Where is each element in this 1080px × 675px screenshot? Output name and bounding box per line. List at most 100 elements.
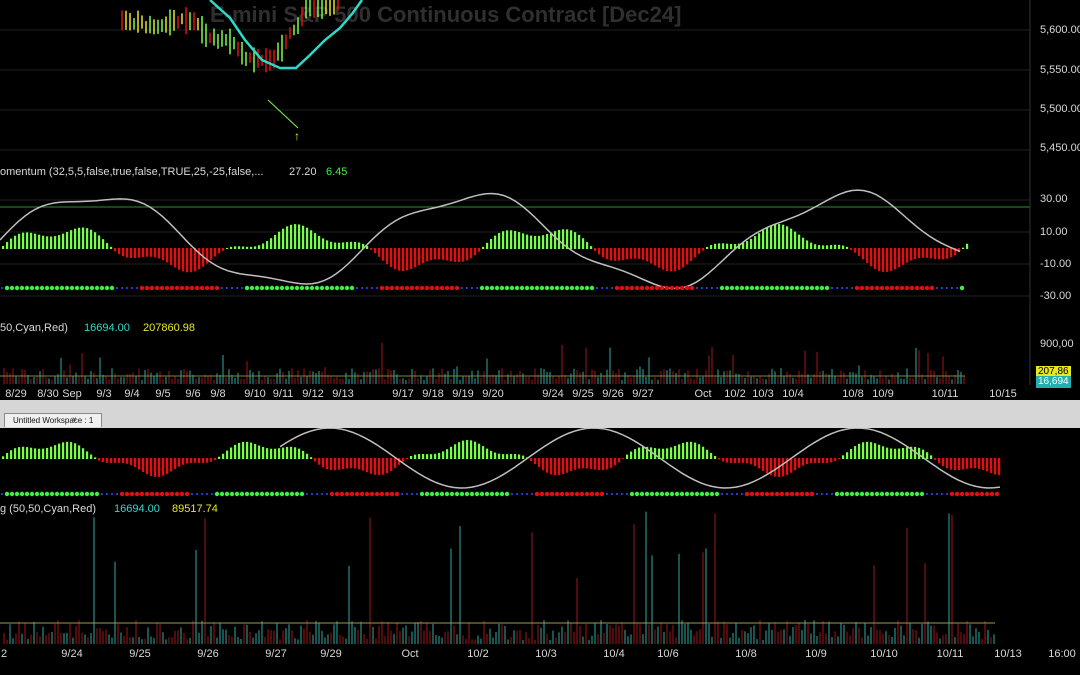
signal-dot: [264, 285, 270, 291]
bottom-signal-dot: [709, 491, 715, 497]
signal-dot: [379, 285, 385, 291]
bottom-signal-dot: [254, 491, 260, 497]
bottom-signal-dot: [289, 491, 295, 497]
bottom-signal-dot: [101, 493, 103, 495]
signal-dot: [784, 285, 790, 291]
bottom-signal-dot: [919, 491, 925, 497]
bottom-signal-dot: [64, 491, 70, 497]
bottom-signal-dot: [964, 491, 970, 497]
bottom-signal-dot: [769, 491, 775, 497]
bottom-momentum-bar: [570, 458, 573, 472]
bottom-momentum-bar: [426, 454, 429, 459]
momentum-bar: [322, 238, 325, 249]
signal-dot: [254, 285, 260, 291]
bottom-signal-dot: [119, 491, 125, 497]
signal-dot: [909, 285, 915, 291]
bottom-signal-dot: [29, 491, 35, 497]
bottom-momentum-bar: [306, 453, 309, 459]
bottom-chart-panel[interactable]: g (50,50,Cyan,Red) 16694.00 89517.74 2 9/…: [0, 428, 1080, 675]
workspace-divider[interactable]: [0, 400, 1080, 428]
top-chart-panel[interactable]: E-mini S&P 500 Continuous Contract [Dec2…: [0, 0, 1080, 400]
signal-dot: [734, 285, 740, 291]
bottom-signal-dot: [74, 491, 80, 497]
momentum-bar: [854, 248, 857, 253]
signal-dot: [864, 285, 870, 291]
bottom-momentum-bar: [806, 458, 809, 465]
momentum-bar: [626, 248, 629, 260]
momentum-bar: [718, 243, 721, 249]
momentum-bar: [378, 248, 381, 257]
momentum-bar: [774, 224, 777, 249]
bottom-momentum-bar: [198, 458, 201, 463]
momentum-bar: [926, 248, 929, 258]
momentum-bar: [642, 248, 645, 260]
date-tick: 10/6: [657, 648, 679, 660]
momentum-bar: [46, 236, 49, 249]
bottom-momentum-bar: [998, 458, 1001, 476]
bottom-momentum-bar: [870, 442, 873, 459]
momentum-bar: [562, 229, 565, 249]
bottom-signal-dot: [354, 491, 360, 497]
bottom-signal-dot: [9, 491, 15, 497]
bottom-momentum-bar: [374, 458, 377, 475]
signal-dot: [236, 287, 238, 289]
momentum-bar: [334, 242, 337, 249]
momentum-bar: [138, 248, 141, 258]
bottom-signal-dot: [526, 493, 528, 495]
close-icon[interactable]: ×: [72, 413, 77, 426]
bottom-momentum-bar: [194, 458, 197, 463]
bottom-momentum-bar: [202, 458, 205, 464]
momentum-bar: [38, 234, 41, 249]
bottom-signal-dot: [941, 493, 943, 495]
bottom-signal-dot: [606, 493, 608, 495]
momentum-bar: [210, 248, 213, 260]
bottom-momentum-bar: [962, 458, 965, 470]
signal-dot: [439, 285, 445, 291]
momentum-bar: [130, 248, 133, 259]
bottom-signal-dot: [689, 491, 695, 497]
signal-dot: [509, 285, 515, 291]
top-chart-canvas[interactable]: E-mini S&P 500 Continuous Contract [Dec2…: [0, 0, 1080, 400]
momentum-bar: [846, 246, 849, 249]
signal-dot: [241, 287, 243, 289]
bottom-momentum-bar: [478, 443, 481, 459]
date-tick: Sep: [62, 388, 82, 400]
signal-dot: [624, 285, 630, 291]
date-tick: 9/26: [197, 648, 219, 660]
bottom-momentum-bar: [666, 448, 669, 459]
momentum-bar: [510, 230, 513, 249]
date-tick: 9/25: [129, 648, 151, 660]
date-tick: Oct: [694, 388, 712, 400]
bottom-momentum-bar: [902, 447, 905, 459]
bottom-momentum-bar: [354, 458, 357, 469]
signal-dot: [941, 287, 943, 289]
bottom-signal-dot: [169, 491, 175, 497]
workspace-tab[interactable]: Untitled Workspace : 1: [4, 413, 103, 427]
bottom-signal-dot: [369, 491, 375, 497]
momentum-bar: [922, 248, 925, 258]
signal-dot: [729, 285, 735, 291]
signal-dot: [476, 287, 478, 289]
momentum-bar: [274, 234, 277, 249]
bottom-signal-dot: [574, 491, 580, 497]
bottom-signal-dot: [854, 491, 860, 497]
date-tick: 9/5: [155, 388, 171, 400]
bottom-momentum-bar: [762, 458, 765, 471]
bottom-signal-dot: [211, 493, 213, 495]
momentum-bar: [538, 235, 541, 249]
bottom-chart-canvas[interactable]: [0, 428, 1080, 675]
bottom-signal-dot: [741, 493, 743, 495]
bottom-signal-dot: [344, 491, 350, 497]
bottom-signal-dot: [349, 491, 355, 497]
signal-dot: [419, 285, 425, 291]
bottom-momentum-bar: [662, 448, 665, 459]
bottom-signal-dot: [124, 491, 130, 497]
momentum-bar: [286, 226, 289, 249]
signal-dot: [339, 285, 345, 291]
momentum-bar: [514, 230, 517, 249]
price-axis-label: 5,550.00: [1040, 64, 1080, 76]
momentum-bar: [406, 248, 409, 271]
bottom-momentum-bar: [414, 454, 417, 459]
momentum-bar: [262, 243, 265, 249]
signal-dot: [131, 287, 133, 289]
